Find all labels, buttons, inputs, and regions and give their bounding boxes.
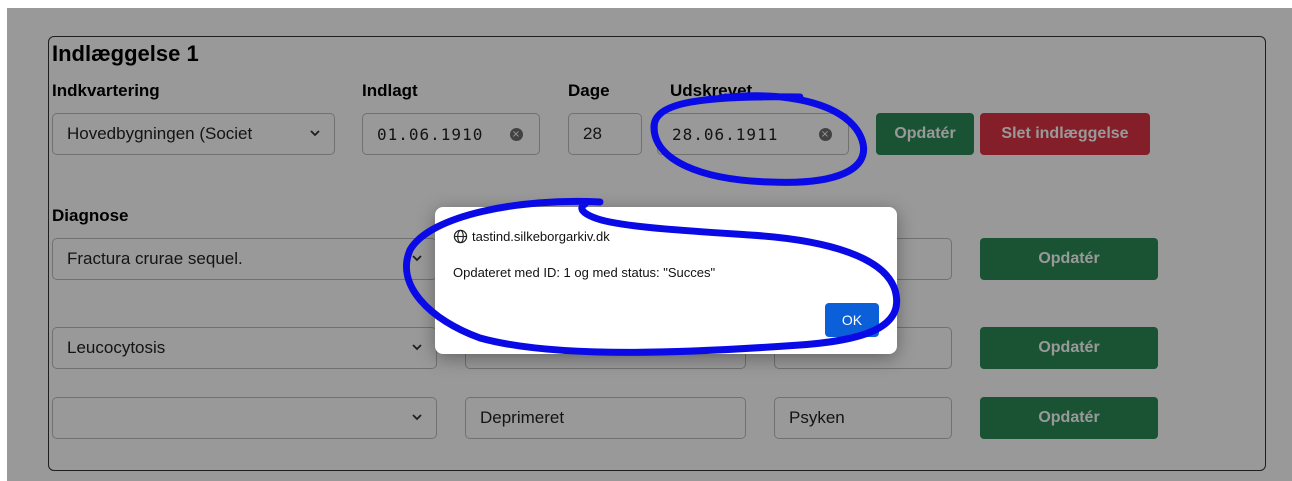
dialog-host-text: tastind.silkeborgarkiv.dk (472, 229, 610, 244)
alert-dialog: tastind.silkeborgarkiv.dk Opdateret med … (435, 207, 897, 354)
dialog-host: tastind.silkeborgarkiv.dk (453, 229, 610, 244)
globe-icon (453, 229, 468, 244)
ok-button[interactable]: OK (825, 303, 879, 337)
top-edge (0, 0, 1292, 8)
dialog-message: Opdateret med ID: 1 og med status: "Succ… (453, 265, 716, 280)
left-edge (0, 0, 7, 481)
